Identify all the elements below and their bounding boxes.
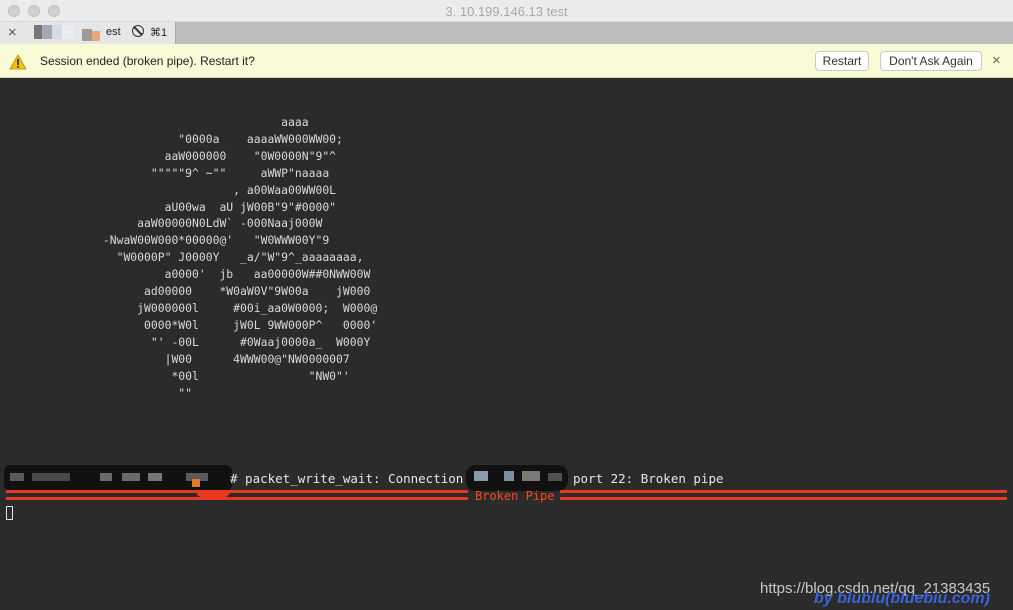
terminal-output[interactable]: aaaa "0000a aaaaWW000WW00; aaW000000 "0W… bbox=[0, 78, 1013, 610]
annotation-line bbox=[560, 497, 1007, 500]
terminal-window: 3. 10.199.146.13 test × est ⌘1 Session e… bbox=[0, 0, 1013, 610]
close-icon[interactable]: × bbox=[992, 52, 1001, 69]
notification-message: Session ended (broken pipe). Restart it? bbox=[40, 54, 255, 68]
ascii-art-banner: aaaa "0000a aaaaWW000WW00; aaW000000 "0W… bbox=[102, 115, 378, 400]
redacted-host-ip bbox=[466, 465, 568, 491]
tab-label: est bbox=[106, 26, 121, 38]
annotation-line bbox=[6, 490, 468, 493]
connection-error-prefix: # packet_write_wait: Connection to bbox=[230, 471, 486, 486]
annotation-line bbox=[560, 490, 1007, 493]
broken-pipe-annotation: Broken Pipe bbox=[475, 489, 555, 503]
tab-bar: × est ⌘1 bbox=[0, 22, 1013, 44]
session-ended-notification: Session ended (broken pipe). Restart it?… bbox=[0, 44, 1013, 78]
terminal-cursor bbox=[6, 506, 13, 520]
annotation-bump bbox=[196, 491, 230, 497]
title-bar: 3. 10.199.146.13 test bbox=[0, 0, 1013, 22]
warning-icon bbox=[9, 54, 27, 70]
tab-shortcut: ⌘1 bbox=[150, 27, 168, 39]
restart-button[interactable]: Restart bbox=[815, 51, 869, 71]
redacted-prompt bbox=[4, 465, 232, 491]
dont-ask-again-button[interactable]: Don't Ask Again bbox=[880, 51, 982, 71]
connection-error-suffix: port 22: Broken pipe bbox=[573, 471, 724, 486]
session-tab[interactable]: × est ⌘1 bbox=[0, 22, 176, 44]
annotation-line bbox=[6, 497, 468, 500]
window-title: 3. 10.199.146.13 test bbox=[445, 4, 568, 19]
no-entry-icon bbox=[132, 25, 144, 37]
close-icon[interactable]: × bbox=[8, 24, 17, 41]
redacted-tab-title bbox=[34, 25, 102, 41]
watermark-signature: by blublu(bluebiu.com) bbox=[814, 590, 990, 607]
